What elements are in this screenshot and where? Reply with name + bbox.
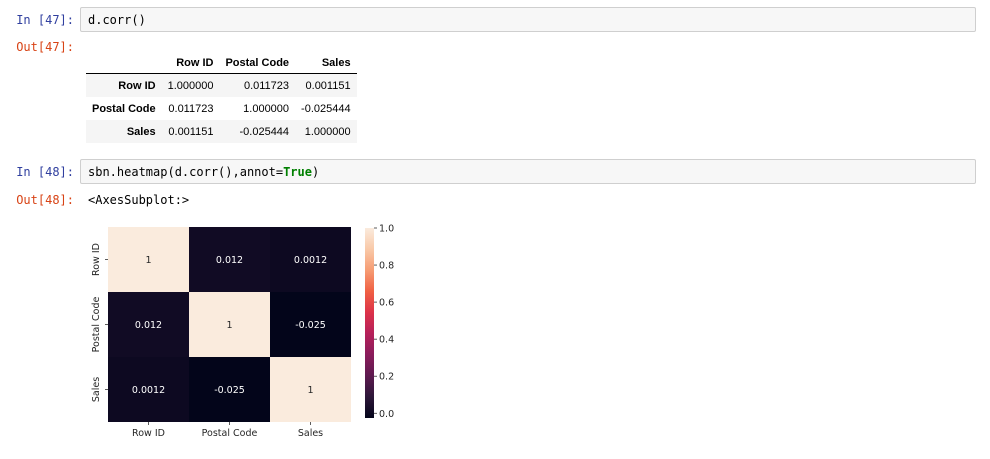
table-cell: -0.025444 <box>301 102 351 115</box>
heatmap-annotation: 0.012 <box>135 320 162 331</box>
heatmap-annotation: 0.0012 <box>294 255 327 266</box>
row-index: Sales <box>126 125 156 138</box>
column-header: Sales <box>295 52 357 74</box>
heatmap-annotation: 1 <box>226 320 232 331</box>
colorbar <box>365 228 374 418</box>
heatmap-annotation: 0.012 <box>216 255 243 266</box>
x-tick-label: Row ID <box>132 428 165 439</box>
code-text: sbn.heatmap(d.corr(),annot=True) <box>88 165 319 179</box>
dataframe-table: Row ID Postal Code Sales Row ID 1.000000… <box>86 52 357 143</box>
output-prompt: Out[47]: <box>16 40 74 54</box>
table-cell: -0.025444 <box>239 125 290 138</box>
index-header <box>86 52 162 74</box>
table-cell: 0.001151 <box>168 125 214 138</box>
code-keyword: True <box>283 165 312 179</box>
colorbar-tick-label: 0.8 <box>379 261 394 272</box>
heatmap-chart: 1 0.012 0.0012 0.012 1 -0.025 0.0012 -0.025 1 Row… <box>91 224 394 440</box>
table-cell: 0.011723 <box>243 79 290 92</box>
code-text: d.corr() <box>88 13 146 27</box>
row-index: Row ID <box>118 79 156 92</box>
table-row: Sales 0.001151 -0.025444 1.000000 <box>86 120 357 143</box>
input-prompt: In [48]: <box>16 165 74 179</box>
table-cell: 0.001151 <box>305 79 351 92</box>
heatmap-annotation: 1 <box>307 385 313 396</box>
heatmap-annotation: 0.0012 <box>132 385 165 396</box>
table-cell: 1.000000 <box>243 102 290 115</box>
table-header-row: Row ID Postal Code Sales <box>86 52 357 74</box>
colorbar-tick-label: 1.0 <box>379 224 394 235</box>
y-tick-label: Row ID <box>91 243 102 276</box>
input-prompt: In [47]: <box>16 13 74 27</box>
heatmap-annotation: 1 <box>145 255 151 266</box>
x-tick-label: Postal Code <box>202 428 258 439</box>
table-cell: 1.000000 <box>304 125 351 138</box>
code-input[interactable]: d.corr() <box>80 7 976 32</box>
code-segment: sbn.heatmap(d.corr(),annot= <box>88 165 284 179</box>
output-text: <AxesSubplot:> <box>88 193 190 207</box>
colorbar-tick-label: 0.2 <box>379 372 394 383</box>
table-cell: 1.000000 <box>167 79 214 92</box>
heatmap-annotation: -0.025 <box>214 385 245 396</box>
table-row: Postal Code 0.011723 1.000000 -0.025444 <box>86 97 357 120</box>
code-segment: ) <box>311 165 320 179</box>
y-tick-label: Postal Code <box>91 297 102 353</box>
heatmap-annotation: -0.025 <box>295 320 326 331</box>
row-index: Postal Code <box>92 102 156 115</box>
colorbar-tick-label: 0.0 <box>379 409 394 420</box>
code-input[interactable]: sbn.heatmap(d.corr(),annot=True) <box>80 159 976 184</box>
colorbar-tick-label: 0.6 <box>379 298 394 309</box>
table-row: Row ID 1.000000 0.011723 0.001151 <box>86 73 357 97</box>
x-tick-label: Sales <box>298 428 323 439</box>
table-cell: 0.011723 <box>168 102 214 115</box>
colorbar-tick-label: 0.4 <box>379 335 394 346</box>
column-header: Postal Code <box>219 52 296 74</box>
output-prompt: Out[48]: <box>16 193 74 207</box>
y-tick-label: Sales <box>91 377 102 402</box>
column-header: Row ID <box>161 52 220 74</box>
